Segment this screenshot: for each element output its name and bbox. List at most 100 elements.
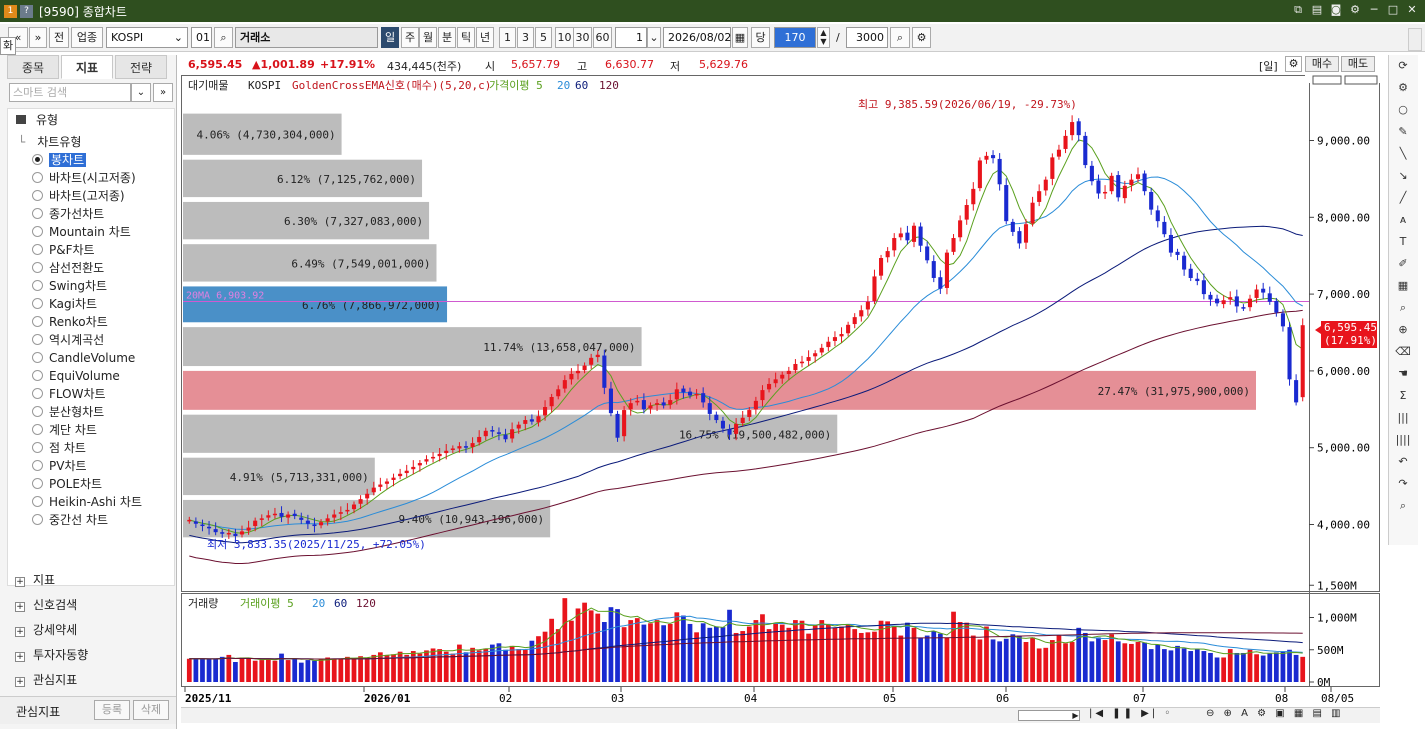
radio-icon[interactable]	[32, 424, 43, 435]
radio-icon[interactable]	[32, 370, 43, 381]
interval-button[interactable]: 5	[535, 27, 552, 48]
date-field[interactable]: 2026/08/02	[663, 27, 731, 48]
chevron-down-icon[interactable]: ⌄	[131, 83, 151, 102]
gear-icon[interactable]: ⚙	[912, 27, 931, 48]
industry-button[interactable]: 업종	[71, 27, 103, 48]
tree-header[interactable]: └ 차트유형	[18, 133, 81, 151]
tab-item[interactable]: 종목	[7, 55, 59, 79]
bars-icon[interactable]: |||	[1395, 410, 1411, 426]
radio-icon[interactable]	[32, 478, 43, 489]
plus-icon[interactable]: +	[15, 677, 25, 687]
chart-type-item[interactable]: POLE차트	[32, 475, 102, 493]
radio-icon[interactable]	[32, 352, 43, 363]
gear-icon[interactable]: ⚙	[1285, 56, 1302, 72]
section-item[interactable]: + 신호검색	[15, 596, 77, 614]
period-button[interactable]: 틱	[457, 27, 475, 48]
radio-icon[interactable]	[32, 460, 43, 471]
plus-icon[interactable]: +	[15, 627, 25, 637]
radio-icon[interactable]	[32, 298, 43, 309]
ray-icon[interactable]: ↘	[1395, 168, 1411, 184]
smart-search-input[interactable]: 스마트 검색	[9, 83, 131, 102]
period-button[interactable]: 주	[401, 27, 419, 48]
playback-controls[interactable]: |◀ ❚❚ ▶| ◦	[1089, 708, 1173, 719]
price-chart[interactable]: 9,000.00 8,000.00 7,000.00 6,000.00 5,000.00…	[181, 75, 1380, 710]
section-type[interactable]: 유형	[16, 111, 58, 129]
vertical-scroll[interactable]	[1408, 28, 1422, 51]
chart-type-item[interactable]: Kagi차트	[32, 295, 97, 313]
radio-icon[interactable]	[32, 226, 43, 237]
radio-icon[interactable]	[32, 244, 43, 255]
chart-type-item[interactable]: 분산형차트	[32, 403, 104, 421]
chart-type-item[interactable]: Heikin-Ashi 차트	[32, 493, 142, 511]
search-icon[interactable]: ⌕	[1395, 498, 1411, 514]
circle-icon[interactable]: ○	[1395, 102, 1411, 118]
chart-type-item[interactable]: 바차트(고저종)	[32, 187, 125, 205]
chart-area[interactable]: 9,000.00 8,000.00 7,000.00 6,000.00 5,000.00…	[181, 75, 1380, 710]
section-item[interactable]: + 강세약세	[15, 621, 77, 639]
plus-icon[interactable]: +	[15, 652, 25, 662]
plus-icon[interactable]: +	[15, 577, 25, 587]
period-tag[interactable]: [일]	[1259, 58, 1278, 74]
minimize-icon[interactable]: ─	[1367, 3, 1381, 17]
dang-button[interactable]: 당	[751, 27, 770, 48]
zoom-icon[interactable]: ⊕	[1395, 322, 1411, 338]
radio-icon[interactable]	[32, 388, 43, 399]
calendar-icon[interactable]: ▦	[732, 27, 748, 48]
grid-icon[interactable]: ▦	[1395, 278, 1411, 294]
section-item[interactable]: + 지표	[15, 571, 55, 589]
radio-icon[interactable]	[32, 190, 43, 201]
chart-type-item[interactable]: PV차트	[32, 457, 87, 475]
scroll-right-icon[interactable]: ▶	[1070, 710, 1081, 721]
front-button[interactable]: 전	[49, 27, 69, 48]
chart-type-item[interactable]: FLOW차트	[32, 385, 106, 403]
tab-indicator[interactable]: 지표	[61, 55, 113, 79]
delete-button[interactable]: 삭제	[133, 700, 169, 720]
zoom-icon[interactable]: ⌕	[890, 27, 910, 48]
sell-button[interactable]: 매도	[1341, 56, 1375, 72]
chevron-double-down-icon[interactable]: »	[153, 83, 173, 102]
radio-icon[interactable]	[32, 514, 43, 525]
view-count-field[interactable]: 170	[774, 27, 816, 48]
register-button[interactable]: 등록	[94, 700, 130, 720]
chart-type-item[interactable]: EquiVolume	[32, 367, 120, 385]
text-icon[interactable]: T	[1395, 234, 1411, 250]
chart-type-item[interactable]: Mountain 차트	[32, 223, 131, 241]
link-icon[interactable]: ⧉	[1291, 3, 1305, 17]
gear-icon[interactable]: ⚙	[1395, 80, 1411, 96]
scale-toggle-icon[interactable]	[1312, 75, 1342, 85]
chart-type-item[interactable]: 역시계곡선	[32, 331, 104, 349]
redo-icon[interactable]: ↷	[1395, 476, 1411, 492]
section-item[interactable]: + 투자자동향	[15, 646, 88, 664]
interval-button[interactable]: 1	[499, 27, 516, 48]
layout-icon[interactable]: ▤	[1310, 3, 1324, 17]
interval-button[interactable]: 3	[517, 27, 534, 48]
radio-icon[interactable]	[32, 334, 43, 345]
chart-type-item[interactable]: 봉차트	[32, 151, 87, 169]
refresh-icon[interactable]: ⟳	[1395, 58, 1411, 74]
maximize-icon[interactable]: □	[1386, 3, 1400, 17]
radio-icon[interactable]	[32, 154, 43, 165]
hand-icon[interactable]: ☚	[1395, 366, 1411, 382]
chart-type-item[interactable]: 점 차트	[32, 439, 86, 457]
chart-type-item[interactable]: 계단 차트	[32, 421, 97, 439]
radio-icon[interactable]	[32, 172, 43, 183]
brush-icon[interactable]: ✐	[1395, 256, 1411, 272]
period-button[interactable]: 년	[476, 27, 494, 48]
bottom-scrollbar[interactable]: ▶ |◀ ❚❚ ▶| ◦ ⊖ ⊕ A ⚙ ▣ ▦ ▤ ▥	[181, 707, 1380, 723]
plus-icon[interactable]: +	[15, 602, 25, 612]
close-icon[interactable]: ✕	[1405, 3, 1419, 17]
chart-type-item[interactable]: 중간선 차트	[32, 511, 108, 529]
interval-button[interactable]: 10	[555, 27, 574, 48]
sigma-icon[interactable]: Σ	[1395, 388, 1411, 404]
buy-button[interactable]: 매수	[1305, 56, 1339, 72]
symbol-code-field[interactable]: 01	[191, 27, 212, 48]
radio-icon[interactable]	[32, 496, 43, 507]
tab-strategy[interactable]: 전략	[115, 55, 167, 79]
chevron-down-icon[interactable]: ⌄	[647, 27, 661, 48]
radio-icon[interactable]	[32, 262, 43, 273]
period-button[interactable]: 일	[381, 27, 399, 48]
radio-icon[interactable]	[32, 280, 43, 291]
chart-type-item[interactable]: P&F차트	[32, 241, 95, 259]
trend-icon[interactable]: ╱	[1395, 190, 1411, 206]
zoom-controls[interactable]: ⊖ ⊕ A ⚙ ▣ ▦ ▤ ▥	[1206, 708, 1344, 719]
